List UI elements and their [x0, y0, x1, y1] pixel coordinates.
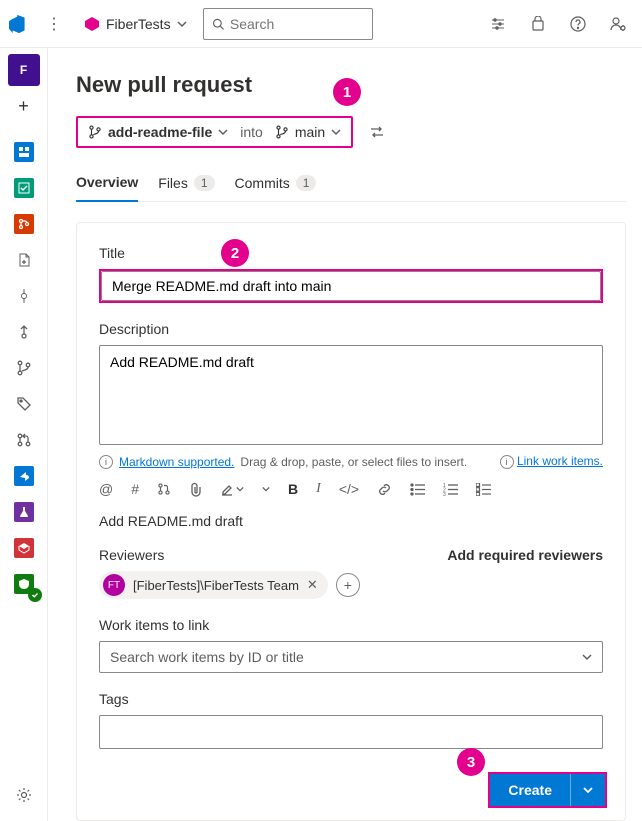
filter-icon[interactable]: [482, 8, 514, 40]
search-icon: [212, 17, 224, 31]
link-work-items-link[interactable]: Link work items.: [517, 454, 603, 468]
nav-compliance-icon[interactable]: [8, 568, 40, 600]
nav-overview-icon[interactable]: [8, 136, 40, 168]
work-items-label: Work items to link: [99, 617, 603, 633]
nav-pullrequest-icon[interactable]: [8, 424, 40, 456]
nav-settings-icon[interactable]: [8, 779, 40, 811]
title-input[interactable]: [101, 271, 601, 301]
work-items-search[interactable]: Search work items by ID or title: [99, 641, 603, 673]
nav-repos-icon[interactable]: [8, 208, 40, 240]
tags-label: Tags: [99, 691, 603, 707]
tags-input[interactable]: [99, 715, 603, 749]
nav-pipelines-icon[interactable]: [8, 460, 40, 492]
nav-testplans-icon[interactable]: [8, 496, 40, 528]
pr-ref-icon[interactable]: [157, 482, 171, 496]
project-breadcrumb[interactable]: FiberTests: [76, 12, 195, 36]
nav-add-icon[interactable]: +: [8, 90, 40, 122]
nav-project-tile[interactable]: F: [8, 54, 40, 86]
create-button-group: Create: [488, 772, 607, 808]
tabs: Overview Files1 Commits1: [76, 166, 626, 202]
tab-files[interactable]: Files1: [158, 167, 214, 201]
chevron-down-icon: [582, 652, 592, 662]
avatar: FT: [103, 574, 125, 596]
ul-icon[interactable]: [410, 483, 425, 496]
description-preview: Add README.md draft: [99, 513, 603, 529]
target-branch-selector[interactable]: main: [275, 124, 341, 140]
add-required-reviewers-button[interactable]: Add required reviewers: [447, 547, 603, 563]
swap-branches-icon[interactable]: [363, 124, 391, 140]
into-label: into: [240, 124, 263, 140]
attach-icon[interactable]: [189, 482, 202, 497]
code-icon[interactable]: </>: [339, 481, 359, 497]
chevron-down-icon: [218, 127, 228, 137]
nav-artifacts-icon[interactable]: [8, 532, 40, 564]
source-branch-name: add-readme-file: [108, 124, 212, 140]
callout-3: 3: [457, 748, 485, 776]
highlight-icon[interactable]: [220, 482, 244, 496]
tab-commits[interactable]: Commits1: [235, 167, 317, 201]
remove-reviewer-icon[interactable]: ✕: [307, 577, 318, 593]
help-icon[interactable]: [562, 8, 594, 40]
reviewer-chip[interactable]: FT [FiberTests]\FiberTests Team ✕: [99, 571, 328, 599]
chevron-down-icon: [331, 127, 341, 137]
nav-commit-icon[interactable]: [8, 280, 40, 312]
create-button[interactable]: Create: [490, 774, 570, 806]
info-icon: i: [99, 455, 113, 469]
source-branch-selector[interactable]: add-readme-file: [88, 124, 228, 140]
markdown-toolbar: @ # B I </> 123: [99, 475, 603, 509]
left-nav-rail: F +: [0, 48, 48, 821]
branch-icon: [88, 125, 102, 139]
tab-overview[interactable]: Overview: [76, 166, 138, 202]
italic-icon[interactable]: I: [316, 481, 321, 497]
header-icon[interactable]: [262, 485, 270, 493]
bold-icon[interactable]: B: [288, 481, 298, 497]
user-settings-icon[interactable]: [602, 8, 634, 40]
reviewers-label: Reviewers: [99, 547, 164, 563]
project-icon: [84, 16, 100, 32]
commits-count-badge: 1: [296, 175, 317, 191]
branch-icon: [275, 125, 289, 139]
nav-file-icon[interactable]: [8, 244, 40, 276]
markdown-hint: Drag & drop, paste, or select files to i…: [240, 455, 467, 469]
pr-form-card: Title 2 Description i Markdown supported…: [76, 222, 626, 821]
add-reviewer-button[interactable]: +: [336, 573, 360, 597]
create-dropdown-button[interactable]: [570, 774, 605, 806]
azure-devops-logo[interactable]: [8, 12, 32, 36]
project-name: FiberTests: [106, 16, 171, 32]
search-input[interactable]: [230, 16, 364, 32]
description-textarea[interactable]: [99, 345, 603, 445]
nav-push-icon[interactable]: [8, 316, 40, 348]
callout-2: 2: [221, 239, 249, 267]
callout-1: 1: [333, 78, 361, 106]
markdown-supported-link[interactable]: Markdown supported.: [119, 455, 234, 469]
reviewer-chip-label: [FiberTests]\FiberTests Team: [133, 578, 299, 593]
files-count-badge: 1: [194, 175, 215, 191]
checklist-icon[interactable]: [476, 483, 491, 496]
nav-tag-icon[interactable]: [8, 388, 40, 420]
ol-icon[interactable]: 123: [443, 483, 458, 496]
target-branch-name: main: [295, 124, 325, 140]
title-label: Title: [99, 245, 603, 261]
more-menu-icon[interactable]: ⋮: [40, 14, 68, 34]
marketplace-icon[interactable]: [522, 8, 554, 40]
chevron-down-icon: [177, 19, 187, 29]
work-items-placeholder: Search work items by ID or title: [110, 649, 304, 665]
svg-text:3: 3: [443, 492, 446, 496]
description-label: Description: [99, 321, 603, 337]
nav-branch-icon[interactable]: [8, 352, 40, 384]
hash-icon[interactable]: #: [131, 481, 139, 497]
link-icon[interactable]: [377, 482, 392, 497]
nav-boards-icon[interactable]: [8, 172, 40, 204]
branch-selector-group: add-readme-file into main: [76, 116, 353, 148]
info-icon: i: [500, 455, 514, 469]
mention-icon[interactable]: @: [99, 481, 113, 497]
search-box[interactable]: [203, 8, 373, 40]
